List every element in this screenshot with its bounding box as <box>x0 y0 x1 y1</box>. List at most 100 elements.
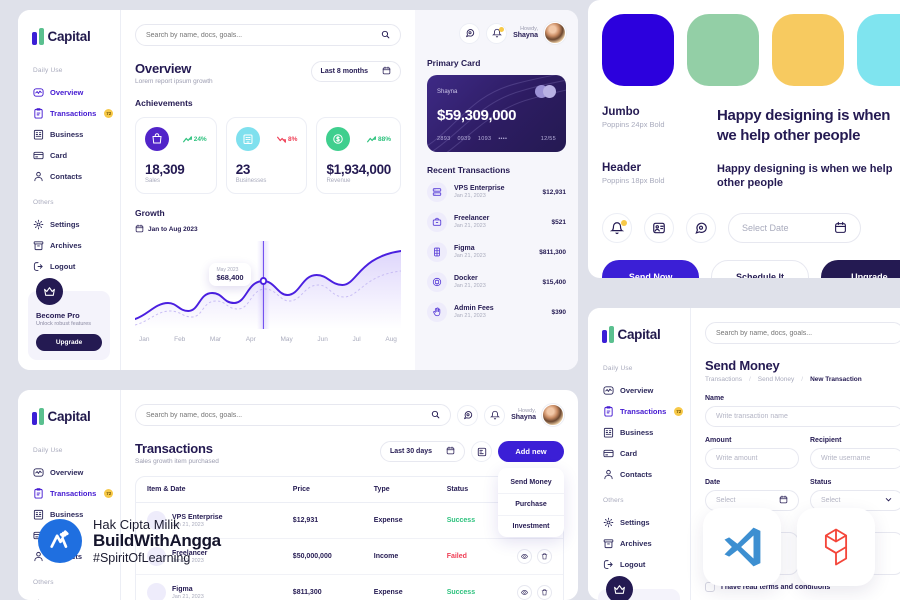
card-number-group: 2893 <box>437 136 451 142</box>
sidebar-item-card[interactable]: Card <box>18 145 120 166</box>
date-range-select[interactable]: Last 30 days <box>379 441 465 462</box>
send-now-button[interactable]: Send Now <box>602 260 700 278</box>
list-item[interactable]: Docker Jan 21, 2023 $15,400 <box>427 267 566 297</box>
sidebar-item-contacts[interactable]: Contacts <box>588 464 690 485</box>
search-icon[interactable] <box>381 26 390 44</box>
app-logo: Capital <box>588 326 690 343</box>
sidebar-item-overview[interactable]: Overview <box>18 462 120 483</box>
recipient-input[interactable]: Write username <box>810 448 900 469</box>
search-input[interactable] <box>146 31 375 39</box>
name-input[interactable]: Write transaction name <box>705 406 900 427</box>
txn-amount: $811,300 <box>539 248 566 256</box>
sidebar-item-transactions[interactable]: Transactions 72 <box>588 401 690 422</box>
sidebar-item-transactions[interactable]: Transactions 72 <box>18 483 120 504</box>
sidebar-item-settings[interactable]: Settings <box>18 214 120 235</box>
user-icon <box>603 469 614 480</box>
table-row[interactable]: Figma Jan 21, 2023 $811,300 Expense Succe… <box>136 575 563 600</box>
card-id-icon-button[interactable] <box>644 213 674 244</box>
field-status: Status Select <box>810 479 900 511</box>
sidebar-form: Capital Daily Use Overview Transactions … <box>588 308 691 600</box>
search-bar[interactable] <box>135 404 452 426</box>
sidebar-item-transactions[interactable]: Transactions 72 <box>18 103 120 124</box>
trash-icon[interactable] <box>536 585 552 600</box>
bell-icon-button[interactable] <box>486 22 508 44</box>
sidebar-item-archives[interactable]: Archives <box>18 235 120 256</box>
bell-icon-button[interactable] <box>602 213 632 244</box>
sidebar-group-daily: Daily Use <box>603 365 633 372</box>
credit-card[interactable]: Shayna $59,309,000 2893 0939 1093 •••• 1… <box>427 75 566 152</box>
achievement-card: 24% 18,309 Sales <box>135 117 217 194</box>
search-input[interactable] <box>716 329 893 337</box>
sidebar-item-settings[interactable]: Settings <box>588 512 690 533</box>
sidebar-item-label: Business <box>620 428 654 437</box>
card-number: 2893 0939 1093 •••• 12/55 <box>437 136 556 142</box>
dropdown-item-send-money[interactable]: Send Money <box>498 472 564 494</box>
column-header-type: Type <box>373 486 390 493</box>
eye-icon[interactable] <box>516 549 532 564</box>
list-item[interactable]: Admin Fees Jan 21, 2023 $390 <box>427 297 566 327</box>
list-item[interactable]: Freelancer Jan 21, 2023 $521 <box>427 207 566 237</box>
list-item[interactable]: Figma Jan 21, 2023 $811,300 <box>427 237 566 267</box>
upgrade-button-large[interactable]: Upgrade <box>820 260 900 278</box>
list-item[interactable]: VPS Enterprise Jan 21, 2023 $12,931 <box>427 177 566 207</box>
sidebar-item-label: Archives <box>620 539 652 548</box>
chart-x-axis: Jan Feb Mar Apr May Jun Jul Aug <box>135 336 401 343</box>
add-new-button[interactable]: Add new <box>498 441 564 462</box>
chart-pulse-icon <box>603 385 614 396</box>
search-input[interactable] <box>146 411 426 419</box>
primary-card-title: Primary Card <box>427 58 481 68</box>
sidebar-group-daily: Daily Use <box>33 67 63 74</box>
trash-icon[interactable] <box>536 549 552 564</box>
breadcrumb-item[interactable]: Transactions <box>705 376 742 383</box>
search-bar[interactable] <box>705 322 900 344</box>
sidebar-item-overview[interactable]: Overview <box>18 82 120 103</box>
card-brand-icon <box>535 85 556 98</box>
search-icon[interactable] <box>431 406 440 424</box>
sidebar-group-others: Others <box>33 579 54 586</box>
sidebar-item-overview[interactable]: Overview <box>588 380 690 401</box>
page-title: Send Money <box>705 358 780 373</box>
schedule-it-button[interactable]: Schedule It <box>711 260 809 278</box>
bell-icon-button[interactable] <box>484 404 506 426</box>
sidebar-item-logout[interactable]: Logout <box>18 256 120 277</box>
avatar[interactable] <box>542 404 564 426</box>
filter-icon-button[interactable] <box>471 441 492 462</box>
dropdown-item-investment[interactable]: Investment <box>498 516 564 537</box>
sidebar-item-label: Overview <box>50 88 84 97</box>
logo-mark-icon <box>32 408 44 425</box>
txn-date: Jan 21, 2023 <box>454 313 486 319</box>
date-range-select[interactable]: Last 8 months <box>310 61 401 82</box>
sidebar-item-logout[interactable]: Logout <box>588 554 690 575</box>
sidebar-item-label: Card <box>50 151 68 160</box>
building-icon <box>603 427 614 438</box>
sidebar-item-contacts[interactable]: Contacts <box>18 166 120 187</box>
upgrade-button[interactable]: Upgrade <box>36 334 102 351</box>
type-sample: Happy designing is when we help other pe… <box>717 107 891 144</box>
avatar[interactable] <box>544 22 566 44</box>
sidebar-item-settings[interactable]: Settings <box>18 594 120 600</box>
dropdown-item-purchase[interactable]: Purchase <box>498 494 564 516</box>
chat-icon-button[interactable] <box>459 22 481 44</box>
sidebar-item-label: Overview <box>50 468 84 477</box>
sidebar-item-business[interactable]: Business <box>588 422 690 443</box>
amount-label: Amount <box>705 437 732 444</box>
card-icon <box>603 448 614 459</box>
sidebar-item-business[interactable]: Business <box>18 124 120 145</box>
column-header-item: Item & Date <box>147 486 186 493</box>
status-badge: Success <box>446 589 476 596</box>
achievement-label: Revenue <box>326 178 351 184</box>
chat-icon-button[interactable] <box>686 213 716 244</box>
sidebar-item-archives[interactable]: Archives <box>588 533 690 554</box>
x-tick: Feb <box>174 336 186 343</box>
row-date: Jan 21, 2023 <box>172 593 204 600</box>
amount-input[interactable]: Write amount <box>705 448 799 469</box>
transactions-badge: 72 <box>104 489 114 498</box>
breadcrumb-item[interactable]: Send Money <box>758 376 795 383</box>
eye-icon[interactable] <box>516 585 532 600</box>
sidebar-item-card[interactable]: Card <box>588 443 690 464</box>
button-row: Send Now Schedule It Upgrade <box>602 260 900 278</box>
select-date-field[interactable]: Select Date <box>728 213 861 244</box>
search-bar[interactable] <box>135 24 401 46</box>
row-type: Expense <box>373 589 403 596</box>
chat-icon-button[interactable] <box>457 404 479 426</box>
